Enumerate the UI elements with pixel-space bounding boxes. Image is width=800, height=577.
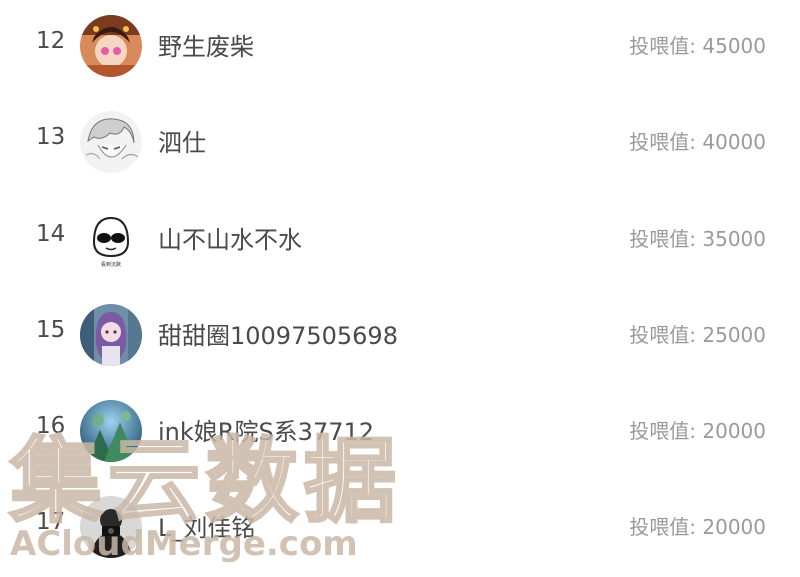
sunglasses-meme-avatar-icon: 看到沉默 — [80, 208, 142, 270]
rank-number: 13 — [36, 124, 66, 150]
rank-number: 15 — [36, 317, 66, 343]
user-name: 泗仕 — [158, 129, 206, 157]
purple-hair-anime-avatar-icon — [80, 304, 142, 366]
feed-value: 投喂值: 20000 — [629, 515, 766, 539]
avatar[interactable] — [80, 304, 142, 366]
forest-avatar-icon — [80, 400, 142, 462]
user-name: 山不山水不水 — [158, 226, 302, 254]
feed-value: 投喂值: 40000 — [629, 130, 766, 154]
list-item[interactable]: 15 甜甜圈10097505698 投喂值: 25000 — [0, 289, 800, 385]
feed-value: 投喂值: 35000 — [629, 227, 766, 251]
list-item[interactable]: 13 泗仕 投喂值: 40000 — [0, 96, 800, 192]
rank-number: 16 — [36, 413, 66, 439]
user-name: ink娘R院S系37712 — [158, 418, 375, 446]
rank-number: 14 — [36, 221, 66, 247]
feed-value: 投喂值: 45000 — [629, 34, 766, 58]
anime-girl-avatar-icon — [80, 15, 142, 77]
list-item[interactable]: 16 ink娘R院S系37712 投喂值: 20000 — [0, 385, 800, 481]
avatar[interactable]: 看到沉默 — [80, 208, 142, 270]
avatar[interactable] — [80, 400, 142, 462]
list-item[interactable]: 14 看到沉默 山不山水不水 投喂值: 35000 — [0, 193, 800, 289]
list-item[interactable]: 17 L_刘佳铭 投喂值: 20000 — [0, 481, 800, 577]
sketch-character-avatar-icon — [80, 111, 142, 173]
rank-number: 12 — [36, 28, 66, 54]
user-name: 野生废柴 — [158, 33, 254, 61]
feed-value: 投喂值: 25000 — [629, 323, 766, 347]
avatar[interactable] — [80, 15, 142, 77]
svg-text:看到沉默: 看到沉默 — [101, 261, 121, 268]
user-name: 甜甜圈10097505698 — [158, 322, 398, 350]
list-item[interactable]: 12 野生废柴 投喂值: 45000 — [0, 0, 800, 96]
avatar[interactable] — [80, 111, 142, 173]
photographer-avatar-icon — [80, 496, 142, 558]
feed-value: 投喂值: 20000 — [629, 419, 766, 443]
user-name: L_刘佳铭 — [158, 514, 256, 542]
avatar[interactable] — [80, 496, 142, 558]
rank-number: 17 — [36, 509, 66, 535]
